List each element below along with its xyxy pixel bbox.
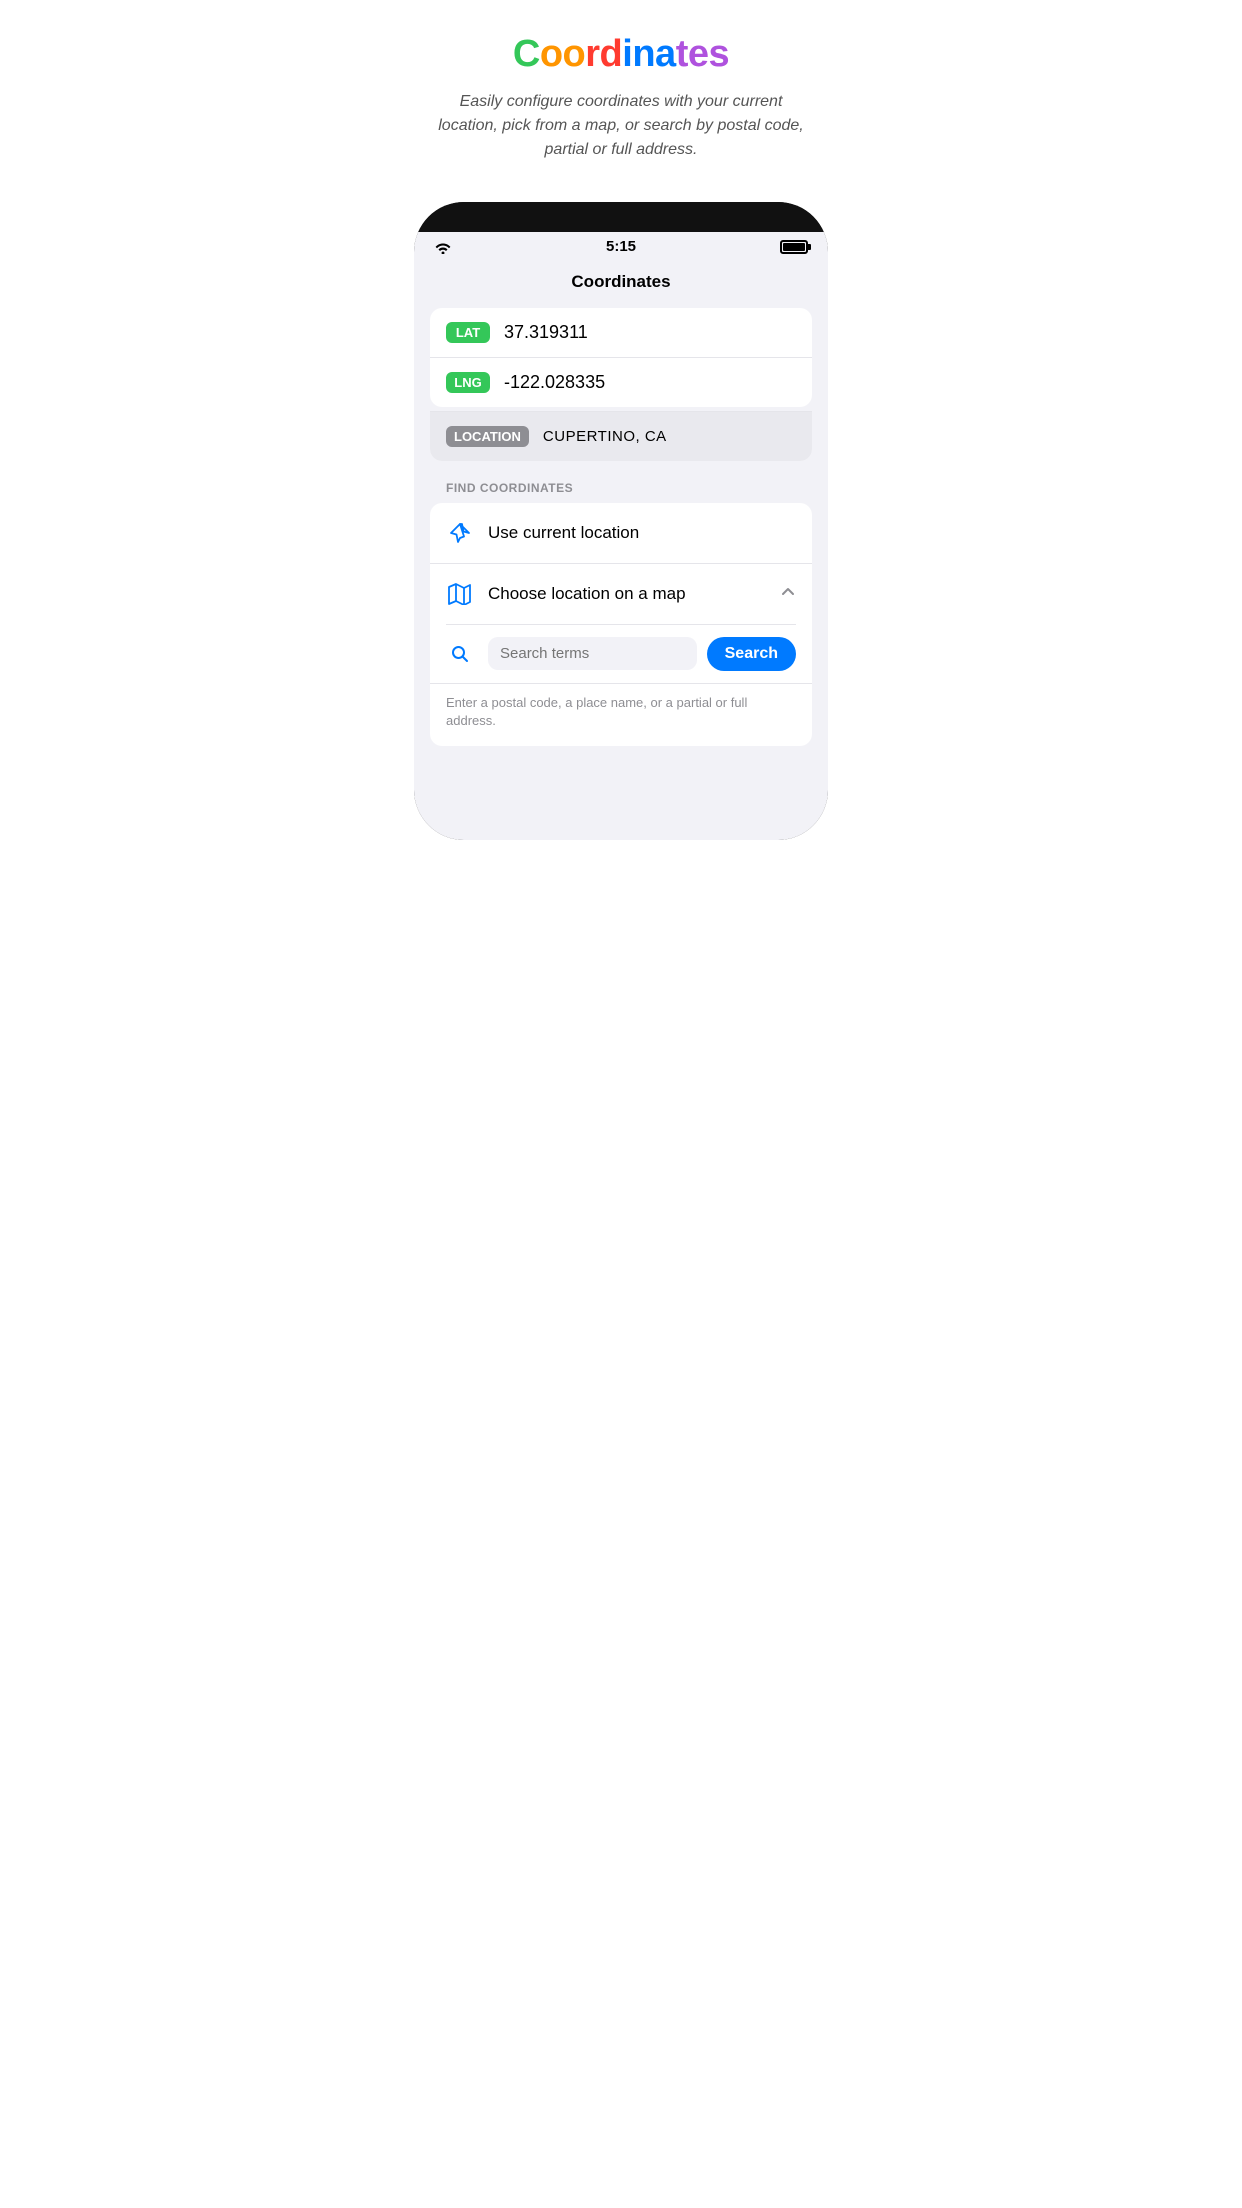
nav-title: Coordinates <box>414 260 828 308</box>
search-hint: Enter a postal code, a place name, or a … <box>430 684 812 746</box>
search-input-wrapper <box>488 637 697 670</box>
lat-value: 37.319311 <box>504 322 588 343</box>
lat-row: LAT 37.319311 <box>430 308 812 358</box>
choose-map-label: Choose location on a map <box>488 584 780 604</box>
search-button[interactable]: Search <box>707 637 796 671</box>
search-icon <box>446 640 474 668</box>
screen-content: Coordinates LAT 37.319311 LNG -122.02833… <box>414 260 828 840</box>
find-section-header: FIND COORDINATES <box>414 461 828 503</box>
coordinates-card: LAT 37.319311 LNG -122.028335 <box>430 308 812 407</box>
location-arrow-icon <box>446 519 474 547</box>
search-input[interactable] <box>500 645 685 662</box>
lat-badge: LAT <box>446 322 490 343</box>
status-bar: 5:15 <box>414 232 828 260</box>
battery-fill <box>783 243 805 251</box>
lng-badge: LNG <box>446 372 490 393</box>
wifi-icon <box>434 240 452 254</box>
status-time: 5:15 <box>606 238 636 255</box>
phone-frame: 5:15 Coordinates LAT 37.319311 LNG <box>414 202 828 840</box>
promo-subtitle: Easily configure coordinates with your c… <box>438 90 804 162</box>
search-row: Search <box>430 625 812 684</box>
status-right <box>780 240 808 254</box>
location-row: LOCATION CUPERTINO, CA <box>430 412 812 461</box>
lng-row: LNG -122.028335 <box>430 358 812 407</box>
location-value: CUPERTINO, CA <box>543 428 667 445</box>
choose-map-row[interactable]: Choose location on a map <box>430 564 812 624</box>
location-badge: LOCATION <box>446 426 529 447</box>
status-left <box>434 240 452 254</box>
phone-notch <box>414 202 828 232</box>
find-coordinates-card: Use current location Choose location on … <box>430 503 812 746</box>
promo-title: Coordinates <box>438 32 804 78</box>
phone-screen: 5:15 Coordinates LAT 37.319311 LNG <box>414 232 828 840</box>
chevron-up-icon <box>780 584 796 603</box>
use-current-location-row[interactable]: Use current location <box>430 503 812 564</box>
battery-icon <box>780 240 808 254</box>
map-icon <box>446 580 474 608</box>
use-current-location-label: Use current location <box>488 523 796 543</box>
promo-section: Coordinates Easily configure coordinates… <box>414 0 828 182</box>
lng-value: -122.028335 <box>504 372 605 393</box>
